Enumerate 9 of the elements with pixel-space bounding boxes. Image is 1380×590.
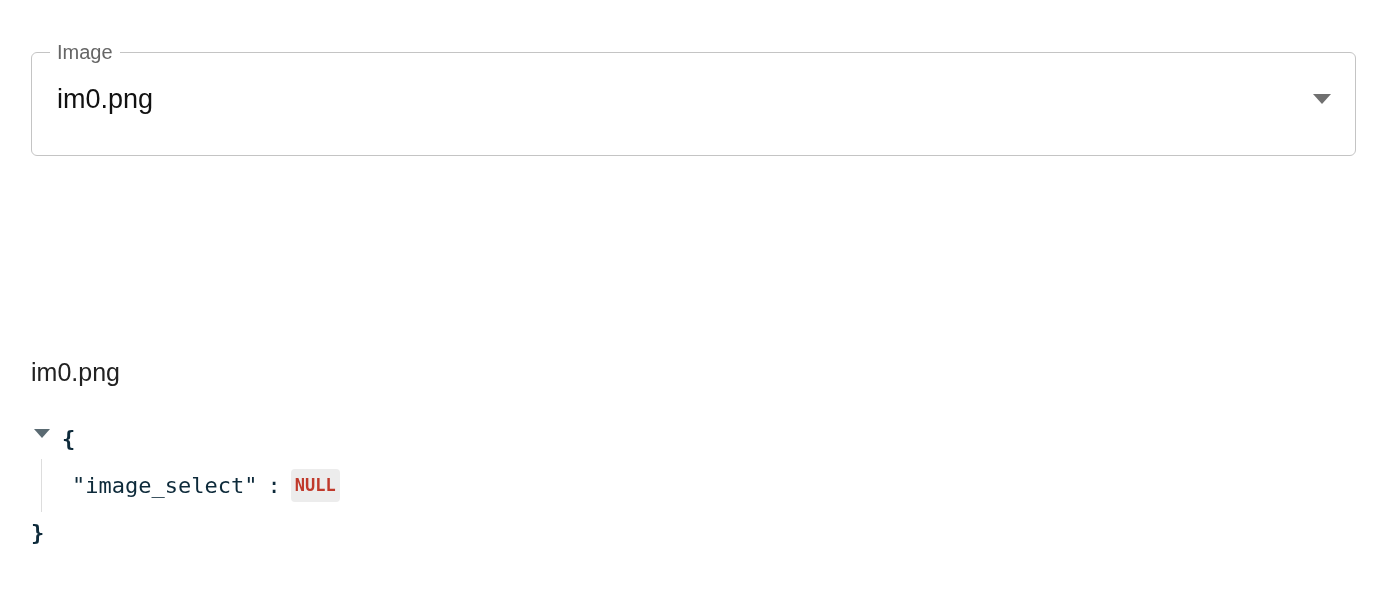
null-value: NULL	[290, 468, 340, 502]
selected-value: im0.png	[57, 82, 155, 116]
caption: im0.png	[31, 358, 120, 386]
field-label: Image	[56, 40, 114, 65]
colon: :	[267, 471, 281, 500]
json-key: "image_select"	[72, 468, 258, 502]
open-brace: {	[62, 424, 76, 453]
caret-icon	[1313, 94, 1331, 104]
close-brace: }	[31, 520, 45, 545]
